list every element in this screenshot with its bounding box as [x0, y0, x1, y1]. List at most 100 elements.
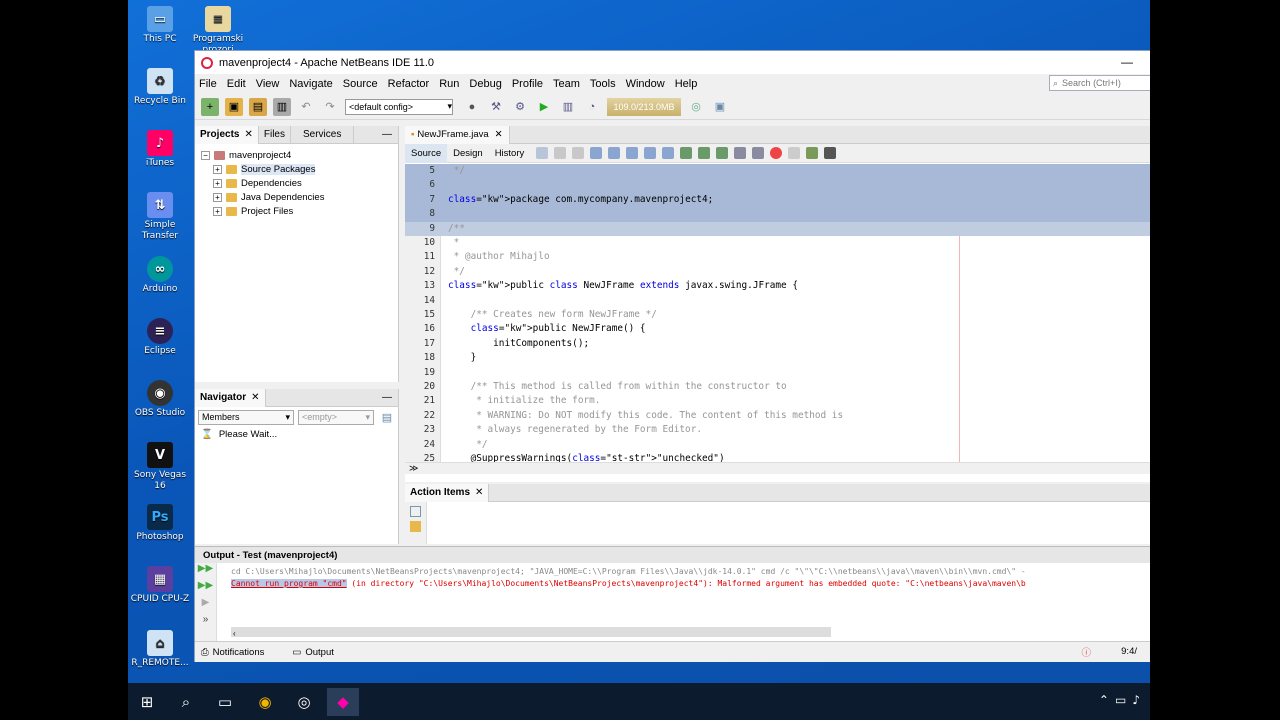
code-line[interactable]: 22 * WARNING: Do NOT modify this code. T… — [405, 409, 1150, 423]
chevron-right-icon[interactable]: ≫ — [409, 463, 418, 473]
desktop-icon-this-pc[interactable]: ▭ This PC — [130, 6, 190, 45]
expand-icon[interactable]: + — [213, 164, 222, 174]
code-line[interactable]: 9 /** — [405, 221, 1150, 236]
code-line[interactable]: 5 */ — [405, 164, 1150, 179]
code-line[interactable]: 19 — [405, 366, 1150, 380]
minimize-panel-icon[interactable]: — — [382, 392, 392, 403]
redo-icon[interactable]: ↷ — [321, 98, 339, 116]
comment-icon[interactable] — [806, 147, 819, 159]
desktop-icon-simple-transfer[interactable]: ⇅ Simple Transfer — [130, 192, 190, 242]
code-line[interactable]: 18 } — [405, 351, 1150, 365]
run-icon[interactable]: ▶ — [535, 98, 553, 116]
close-icon[interactable]: ✕ — [244, 129, 252, 140]
undo-icon[interactable]: ↶ — [297, 98, 315, 116]
tree-item-source-packages[interactable]: + Source Packages — [201, 162, 398, 176]
desktop-icon-cpuz[interactable]: ▦ CPUID CPU-Z — [130, 566, 190, 605]
code-line[interactable]: 8 — [405, 207, 1150, 222]
shift-right-icon[interactable] — [752, 147, 765, 159]
find-selection-icon[interactable] — [644, 147, 657, 159]
menu-team[interactable]: Team — [553, 78, 580, 90]
code-line[interactable]: 17 initComponents(); — [405, 337, 1150, 351]
code-area[interactable]: 5 */6 7 class="kw">package com.mycompany.m… — [405, 164, 1150, 462]
expand-icon[interactable]: + — [213, 192, 222, 202]
menu-source[interactable]: Source — [343, 78, 378, 90]
desktop-icon-programski[interactable]: ≡Programski prozori — [188, 6, 248, 56]
volume-icon[interactable]: ♪ — [1132, 693, 1146, 707]
more-icon[interactable]: » — [195, 614, 216, 631]
debug-icon[interactable]: ▥ — [559, 98, 577, 116]
menu-tools[interactable]: Tools — [590, 78, 616, 90]
code-line[interactable]: 25 @SuppressWarnings(class="st-str">"unc… — [405, 452, 1150, 462]
uncomment-icon[interactable] — [824, 147, 837, 159]
tab-newjframe[interactable]: ▪ NewJFrame.java ✕ — [405, 125, 510, 144]
close-icon[interactable]: ✕ — [495, 129, 503, 140]
desktop-icon-arduino[interactable]: ∞ Arduino — [130, 256, 190, 295]
tree-item-project-files[interactable]: + Project Files — [201, 204, 398, 218]
rerun-icon[interactable]: ▶▶ — [195, 563, 216, 580]
close-icon[interactable]: ✕ — [251, 392, 259, 403]
start-macro-icon[interactable] — [770, 147, 783, 159]
menu-edit[interactable]: Edit — [227, 78, 246, 90]
collapse-icon[interactable]: − — [201, 150, 210, 160]
menu-help[interactable]: Help — [675, 78, 698, 90]
search-input[interactable]: ⌕ Search (Ctrl+I) — [1049, 75, 1150, 91]
tab-projects[interactable]: Projects ✕ — [195, 125, 259, 144]
stop-icon[interactable]: ▶ — [195, 597, 216, 614]
find-next-icon[interactable] — [626, 147, 639, 159]
empty-select[interactable]: <empty> ▾ — [298, 409, 374, 425]
code-line[interactable]: 24 */ — [405, 438, 1150, 452]
tab-source[interactable]: Source — [405, 143, 448, 163]
find-prev-icon[interactable] — [608, 147, 621, 159]
code-line[interactable]: 6 — [405, 178, 1150, 193]
expand-icon[interactable]: + — [213, 206, 222, 216]
chevron-up-icon[interactable]: ⌃ — [1099, 693, 1115, 707]
desktop-icon-sony-vegas[interactable]: V Sony Vegas 16 — [130, 442, 190, 492]
code-line[interactable]: 20 /** This method is called from within… — [405, 380, 1150, 394]
netbeans-taskbar-icon[interactable]: ◆ — [327, 688, 359, 716]
system-tray[interactable]: ⌃▭♪ — [1099, 693, 1146, 707]
tree-item-java-dependencies[interactable]: + Java Dependencies — [201, 190, 398, 204]
desktop-icon-obs[interactable]: ◉ OBS Studio — [130, 380, 190, 419]
expand-icon[interactable]: + — [213, 178, 222, 188]
folder-filter-icon[interactable] — [410, 521, 421, 532]
toggle-bookmark-icon[interactable] — [716, 147, 729, 159]
search-icon[interactable]: ⌕ — [170, 688, 202, 716]
code-line[interactable]: 21 * initialize the form. — [405, 394, 1150, 408]
desktop-icon-remote[interactable]: ⌂ R_REMOTE... — [130, 630, 190, 669]
code-line[interactable]: 23 * always regenerated by the Form Edit… — [405, 423, 1150, 437]
chevron-left-icon[interactable]: ‹ — [233, 629, 236, 638]
memory-indicator[interactable]: 109.0/213.0MB — [607, 97, 681, 116]
notifications-button[interactable]: ⎙ Notifications — [201, 647, 278, 658]
menu-run[interactable]: Run — [439, 78, 459, 90]
snapshot-icon[interactable]: ▣ — [711, 98, 729, 116]
close-icon[interactable]: ✕ — [475, 487, 483, 498]
network-icon[interactable]: ▭ — [1115, 693, 1132, 707]
code-line[interactable]: 7 class="kw">package com.mycompany.mavenp… — [405, 192, 1150, 208]
next-bookmark-icon[interactable] — [698, 147, 711, 159]
last-edit-icon[interactable] — [536, 147, 549, 159]
desktop-icon-photoshop[interactable]: Ps Photoshop — [130, 504, 190, 543]
menu-navigate[interactable]: Navigate — [289, 78, 332, 90]
code-line[interactable]: 11 * @author Mihajlo — [405, 250, 1150, 264]
code-line[interactable]: 15 /** Creates new form NewJFrame */ — [405, 308, 1150, 322]
menu-profile[interactable]: Profile — [512, 78, 543, 90]
task-view-icon[interactable]: ▭ — [209, 688, 241, 716]
new-project-icon[interactable]: ▣ — [225, 97, 243, 116]
start-icon[interactable]: ⊞ — [131, 688, 163, 716]
find-icon[interactable] — [590, 147, 603, 159]
output-button[interactable]: ▭ Output — [292, 647, 348, 658]
tab-files[interactable]: Files — [259, 125, 291, 144]
tab-action-items[interactable]: Action Items ✕ — [405, 483, 490, 502]
tree-item-dependencies[interactable]: + Dependencies — [201, 176, 398, 190]
code-line[interactable]: 13 class="kw">public class NewJFrame exte… — [405, 279, 1150, 293]
output-hscrollbar[interactable]: ‹ — [231, 627, 831, 638]
sync-icon[interactable]: ▤ — [378, 408, 396, 426]
minimize-panel-icon[interactable]: — — [382, 129, 392, 140]
browser-icon[interactable]: ● — [463, 98, 481, 116]
save-all-icon[interactable]: ▥ — [273, 97, 291, 116]
code-line[interactable]: 10 * — [405, 236, 1150, 250]
menu-file[interactable]: File — [199, 78, 217, 90]
tree-item-project[interactable]: − mavenproject4 — [201, 148, 398, 162]
tab-history[interactable]: History — [489, 144, 531, 163]
prev-bookmark-icon[interactable] — [680, 147, 693, 159]
